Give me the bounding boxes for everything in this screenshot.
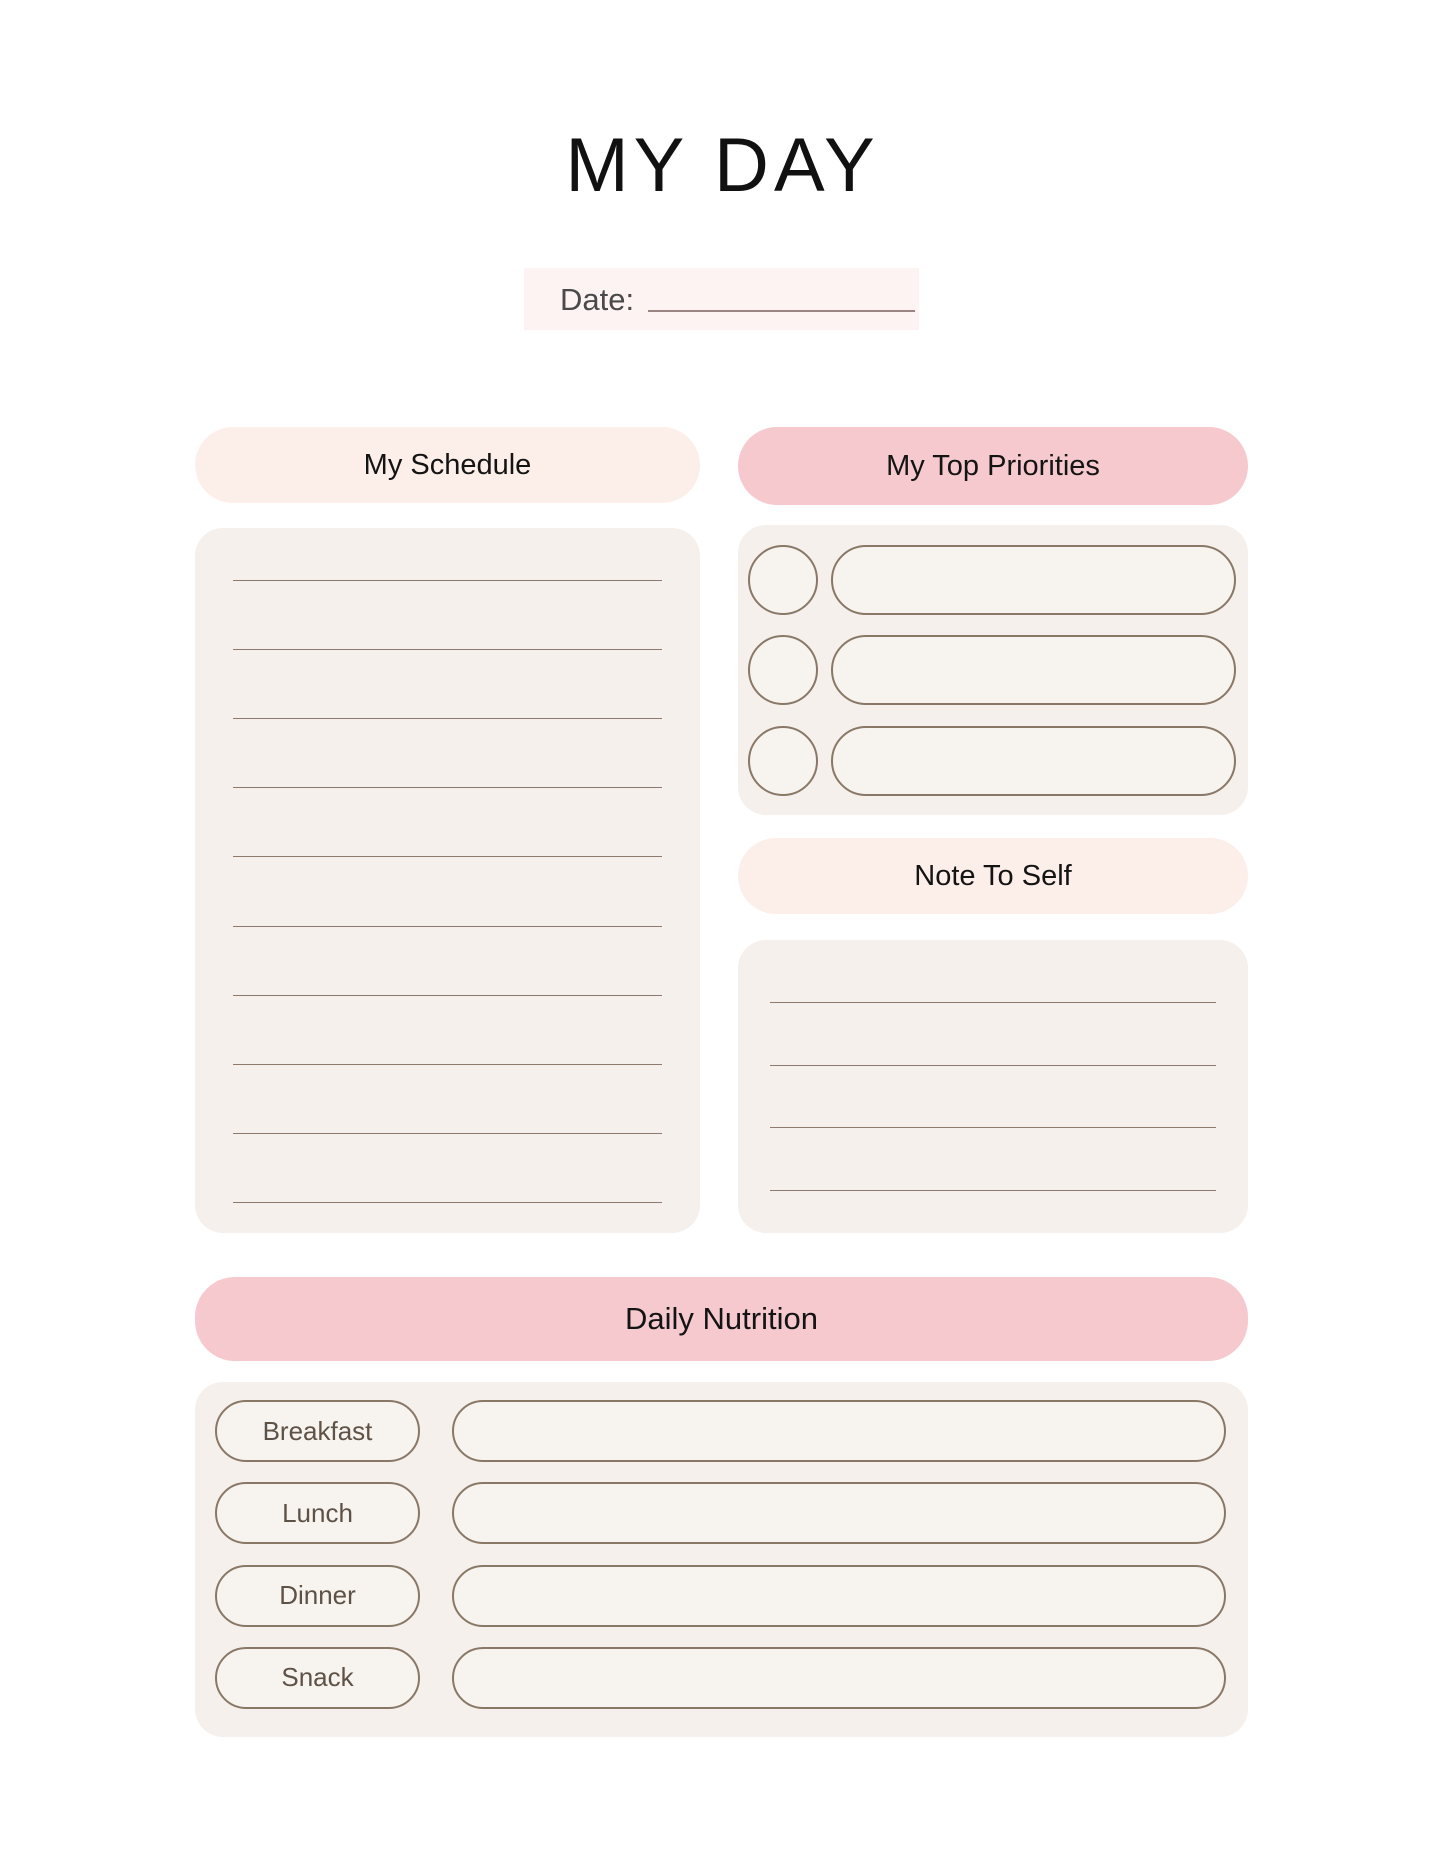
priority-input[interactable] [831, 635, 1236, 705]
date-input-line[interactable] [648, 310, 915, 312]
priority-row [748, 633, 1240, 708]
note-line[interactable] [770, 1002, 1216, 1003]
schedule-line[interactable] [233, 1132, 662, 1134]
priority-input[interactable] [831, 725, 1236, 796]
meal-input-breakfast[interactable] [452, 1400, 1226, 1462]
meal-row-snack: Snack [215, 1646, 1226, 1709]
note-line[interactable] [770, 1189, 1216, 1191]
priority-row [748, 542, 1240, 617]
meal-input-dinner[interactable] [452, 1564, 1226, 1627]
priority-input[interactable] [831, 544, 1236, 615]
meal-label-breakfast: Breakfast [215, 1400, 420, 1462]
note-to-self-header-label: Note To Self [914, 859, 1072, 892]
schedule-line[interactable] [233, 994, 662, 996]
schedule-header: My Schedule [195, 427, 700, 503]
schedule-line[interactable] [233, 649, 662, 651]
schedule-header-label: My Schedule [363, 448, 532, 481]
priorities-header-label: My Top Priorities [886, 449, 1100, 482]
note-line[interactable] [770, 1064, 1216, 1066]
schedule-line[interactable] [233, 580, 662, 581]
page-title: MY DAY [565, 123, 880, 208]
priorities-panel [738, 525, 1248, 815]
meal-label-lunch: Lunch [215, 1482, 420, 1545]
schedule-line[interactable] [233, 787, 662, 789]
meal-row-breakfast: Breakfast [215, 1400, 1226, 1462]
meal-label-snack: Snack [215, 1646, 420, 1709]
planner-page: MY DAY Date: My Schedule My Top Prioriti… [0, 0, 1445, 1871]
daily-nutrition-panel: Breakfast Lunch Dinner Snack [195, 1382, 1248, 1737]
schedule-line[interactable] [233, 1201, 662, 1203]
meal-row-lunch: Lunch [215, 1482, 1226, 1545]
schedule-line[interactable] [233, 856, 662, 858]
note-line[interactable] [770, 1127, 1216, 1129]
schedule-panel [195, 528, 700, 1233]
date-label: Date: [560, 281, 635, 317]
schedule-line[interactable] [233, 925, 662, 927]
meal-input-lunch[interactable] [452, 1482, 1226, 1545]
note-to-self-header: Note To Self [738, 838, 1248, 914]
note-to-self-panel [738, 940, 1248, 1233]
priority-checkbox-icon[interactable] [748, 635, 818, 705]
meal-input-snack[interactable] [452, 1646, 1226, 1709]
schedule-line[interactable] [233, 718, 662, 720]
meal-label-dinner: Dinner [215, 1564, 420, 1627]
meal-row-dinner: Dinner [215, 1564, 1226, 1627]
daily-nutrition-header-label: Daily Nutrition [625, 1301, 818, 1336]
daily-nutrition-header: Daily Nutrition [195, 1277, 1248, 1361]
priority-checkbox-icon[interactable] [748, 725, 818, 796]
schedule-line[interactable] [233, 1063, 662, 1065]
priority-row [748, 723, 1240, 798]
date-field[interactable]: Date: [524, 268, 919, 330]
priority-checkbox-icon[interactable] [748, 544, 818, 615]
priorities-header: My Top Priorities [738, 427, 1248, 505]
